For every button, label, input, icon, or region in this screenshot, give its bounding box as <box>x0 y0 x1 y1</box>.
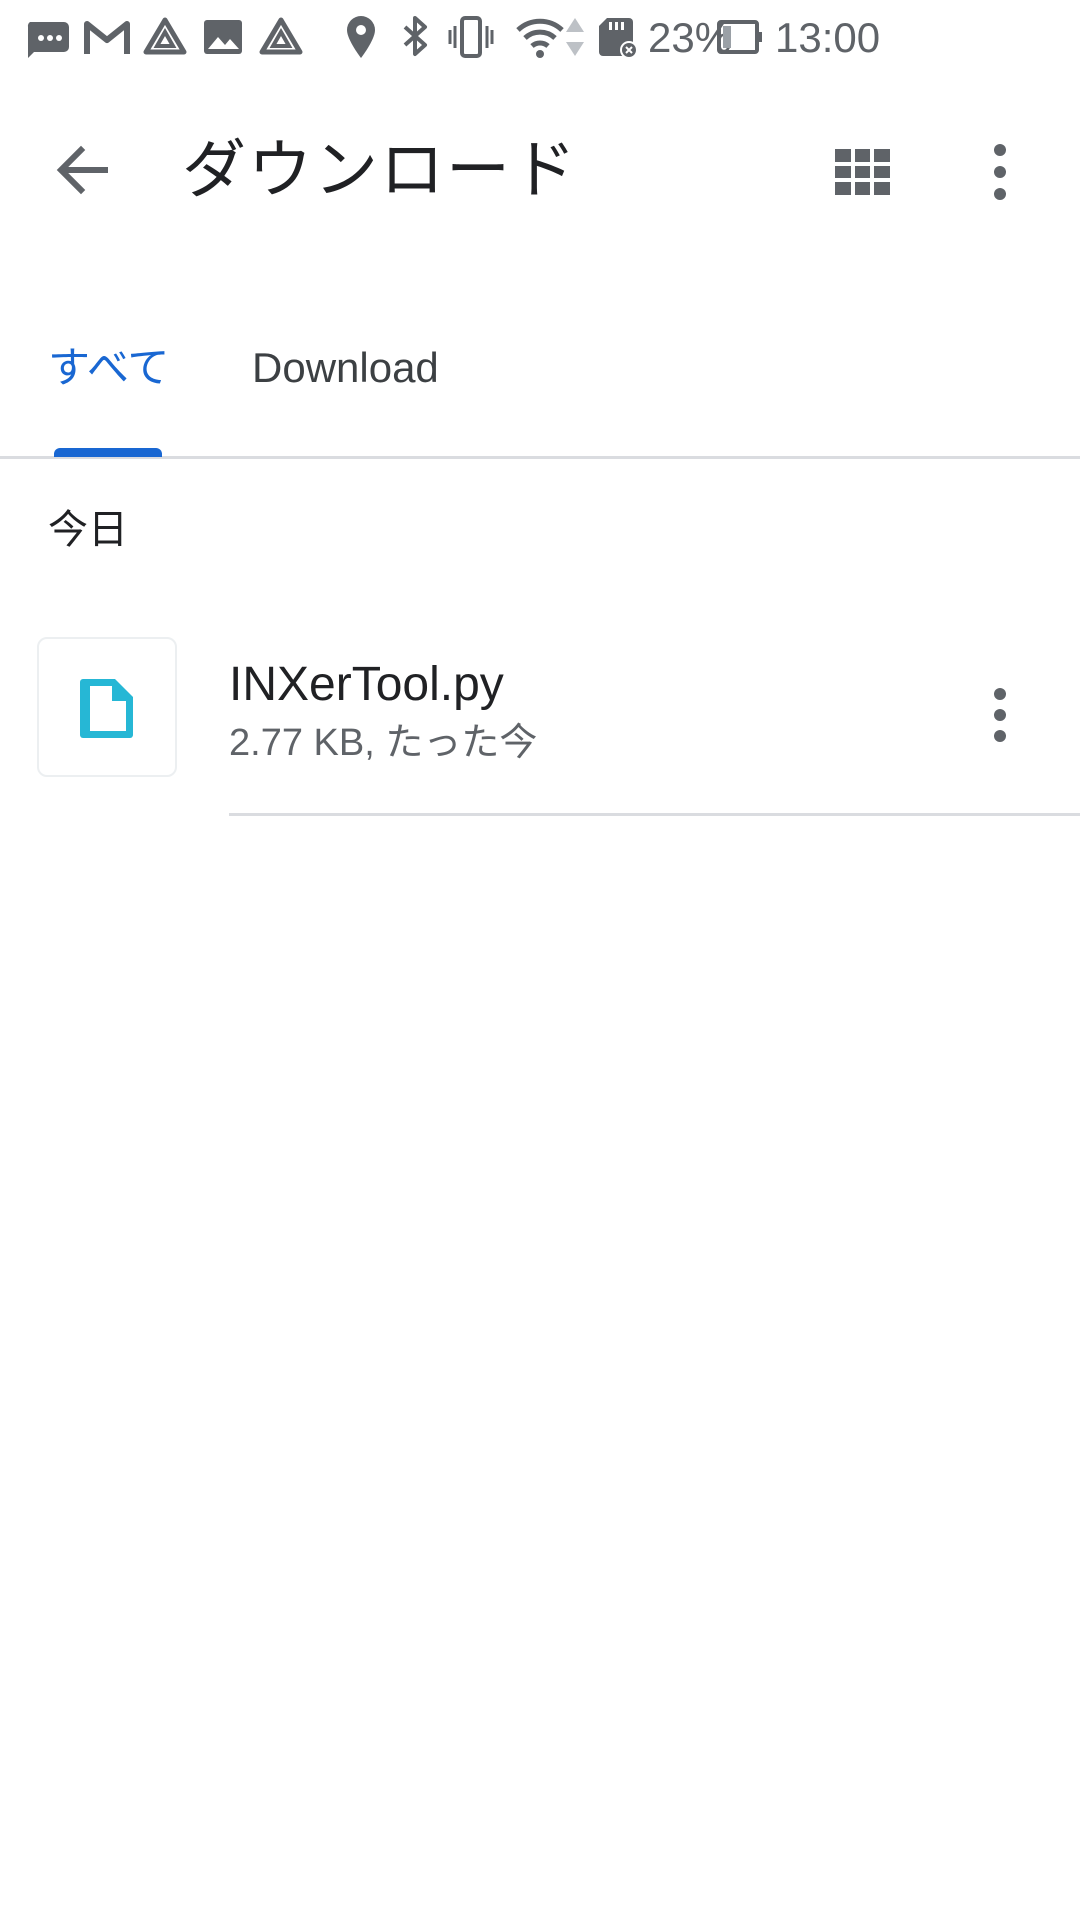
battery-icon <box>717 20 762 54</box>
section-header-today: 今日 <box>48 508 128 552</box>
wifi-icon <box>516 18 564 58</box>
location-icon <box>347 16 375 58</box>
gmail-icon <box>84 21 130 54</box>
arrow-back-icon[interactable] <box>45 130 125 210</box>
image-icon <box>204 20 242 54</box>
sd-card-icon <box>599 18 638 59</box>
tab-bar: すべて Download <box>0 300 1080 459</box>
divider <box>229 813 1080 816</box>
bluetooth-icon <box>403 16 427 56</box>
data-arrows-icon <box>566 18 584 56</box>
file-meta: 2.77 KB, たった今 <box>229 722 538 764</box>
file-thumbnail <box>37 637 177 777</box>
drive-icon <box>143 17 187 55</box>
tab-download[interactable]: Download <box>252 338 439 398</box>
status-bar: 23% 13:00 <box>0 0 1080 75</box>
file-name: INXerTool.py <box>229 658 504 711</box>
tab-all[interactable]: すべて <box>48 338 169 398</box>
file-icon <box>80 679 133 738</box>
vibrate-icon <box>448 16 494 58</box>
tab-indicator <box>54 448 162 457</box>
page-title: ダウンロード <box>182 134 578 206</box>
messages-icon <box>27 22 69 58</box>
list-item[interactable]: INXerTool.py 2.77 KB, たった今 <box>0 635 1080 816</box>
app-bar: ダウンロード <box>0 75 1080 260</box>
drive-icon <box>259 17 303 55</box>
grid-view-icon[interactable] <box>825 135 900 210</box>
more-vert-icon[interactable] <box>970 130 1030 215</box>
clock: 13:00 <box>775 14 881 61</box>
more-vert-icon[interactable] <box>975 680 1025 750</box>
